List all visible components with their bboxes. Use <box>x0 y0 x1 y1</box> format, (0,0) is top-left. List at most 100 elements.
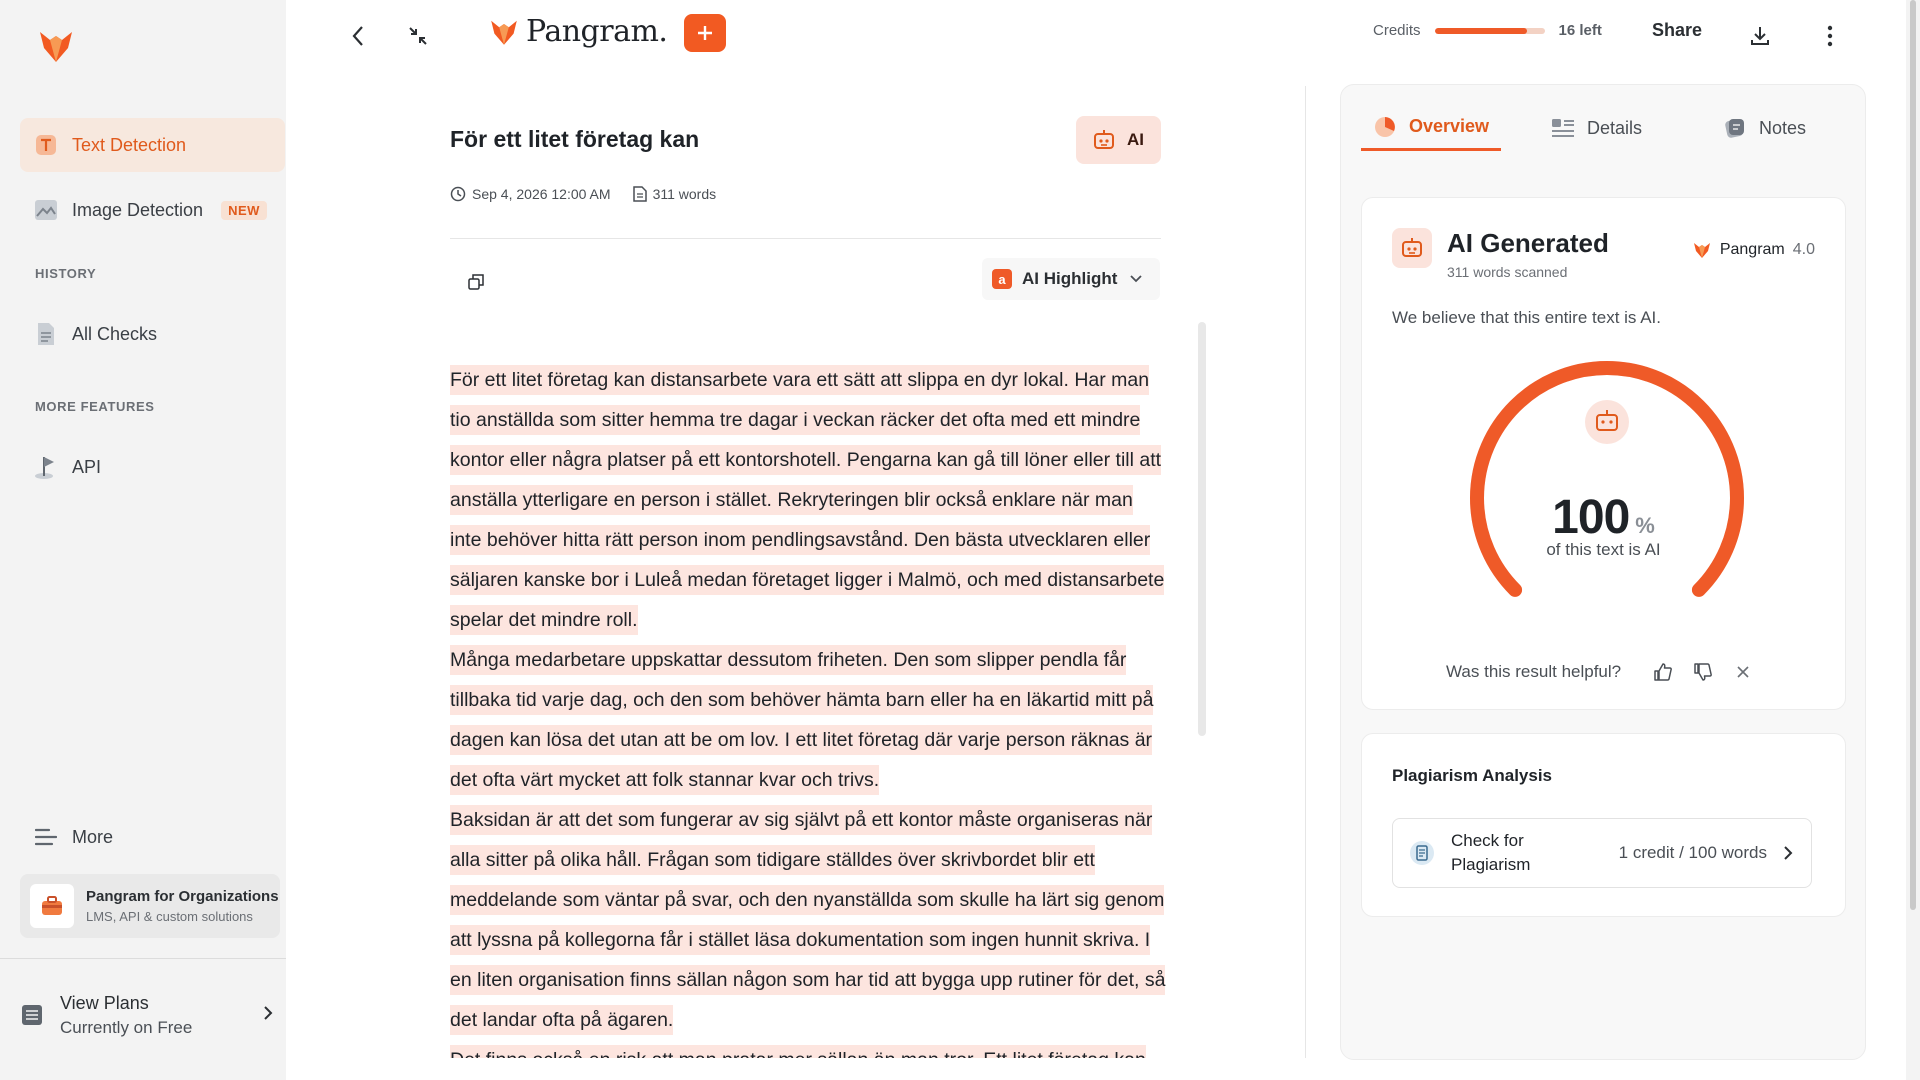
clock-icon <box>450 186 466 202</box>
tab-details-label: Details <box>1587 117 1643 138</box>
history-section-label: HISTORY <box>35 266 97 281</box>
nav-all-checks[interactable]: All Checks <box>20 307 285 361</box>
result-title: AI Generated <box>1447 228 1609 258</box>
brand-logo[interactable]: Pangram. <box>488 14 668 49</box>
flag-icon <box>34 455 58 479</box>
more-features-section-label: MORE FEATURES <box>35 399 155 414</box>
feedback-question: Was this result helpful? <box>1446 662 1622 681</box>
image-icon <box>34 198 58 222</box>
paragraph: Baksidan är att det som fungerar av sig … <box>450 800 1168 1040</box>
robot-icon <box>1392 228 1432 268</box>
feedback-row: Was this result helpful? <box>1446 656 1759 688</box>
new-check-button[interactable] <box>684 14 726 52</box>
paragraph: För ett litet företag kan distansarbete … <box>450 360 1168 640</box>
ai-verdict-badge: AI <box>1076 116 1161 164</box>
nav-image-detection-label: Image Detection <box>72 199 204 220</box>
credits-meter: Credits 16 left <box>1373 22 1602 39</box>
ai-percentage-sign: % <box>1635 513 1655 538</box>
kebab-menu-icon <box>1827 25 1833 47</box>
collapse-arrows-icon <box>409 27 427 45</box>
credits-left: 16 left <box>1558 22 1602 39</box>
nav-text-detection-label: Text Detection <box>72 134 187 155</box>
check-plagiarism-label: Check for Plagiarism <box>1451 831 1531 874</box>
plagiarism-cost: 1 credit / 100 words <box>1618 843 1767 862</box>
text-icon <box>34 133 58 157</box>
check-plagiarism-button[interactable]: Check for Plagiarism 1 credit / 100 word… <box>1392 818 1812 888</box>
plus-icon <box>698 26 712 40</box>
chevron-right-icon <box>262 1005 274 1026</box>
paragraph: Många medarbetare uppskattar dessutom fr… <box>450 640 1168 800</box>
nav-all-checks-label: All Checks <box>72 323 158 344</box>
document-divider <box>450 238 1161 239</box>
new-badge: NEW <box>221 200 267 220</box>
ai-highlighted-text: För ett litet företag kan distansarbete … <box>450 365 1165 635</box>
sidebar-divider <box>0 958 286 959</box>
document-text[interactable]: För ett litet företag kan distansarbete … <box>450 360 1168 1058</box>
page-scrollbar[interactable] <box>1906 0 1920 1080</box>
document-date: Sep 4, 2026 12:00 AM <box>472 186 611 202</box>
text-scrollbar[interactable] <box>1198 322 1206 736</box>
panel-separator <box>1305 86 1306 1058</box>
tab-notes[interactable]: Notes <box>1723 105 1806 151</box>
words-scanned: 311 words scanned <box>1447 264 1568 280</box>
pangram-logo-icon[interactable] <box>36 26 76 66</box>
model-info: Pangram 4.0 <box>1692 240 1815 260</box>
chevron-right-icon <box>1784 846 1793 860</box>
chevron-down-icon <box>1130 275 1143 283</box>
organizations-card[interactable]: Pangram for Organizations LMS, API & cus… <box>20 874 280 938</box>
plagiarism-scan-icon <box>1410 841 1434 865</box>
chevron-left-icon <box>352 26 363 46</box>
download-button[interactable] <box>1740 16 1780 56</box>
result-card: AI Generated 311 words scanned Pangram 4… <box>1361 197 1846 710</box>
robot-icon <box>1094 130 1114 149</box>
overview-icon <box>1375 116 1395 137</box>
file-icon <box>632 186 647 202</box>
download-icon <box>1751 27 1769 45</box>
tab-overview[interactable]: Overview <box>1361 105 1501 151</box>
thumbs-up-icon[interactable] <box>1647 656 1679 688</box>
pangram-fox-icon <box>491 20 517 45</box>
ai-percentage-value: 100 <box>1552 491 1630 544</box>
collapse-button[interactable] <box>398 16 438 56</box>
model-version: 4.0 <box>1792 241 1815 258</box>
result-summary: We believe that this entire text is AI. <box>1392 308 1661 327</box>
highlight-mode-select[interactable]: a AI Highlight <box>982 258 1160 300</box>
share-button[interactable]: Share <box>1652 20 1702 41</box>
nav-more[interactable]: More <box>20 810 285 864</box>
ai-verdict-label: AI <box>1127 130 1144 149</box>
details-icon <box>1552 119 1574 137</box>
credits-progress-fill <box>1434 27 1527 34</box>
plans-title: View Plans <box>60 992 149 1013</box>
page-scrollbar-thumb[interactable] <box>1910 0 1916 910</box>
credits-label: Credits <box>1373 22 1421 39</box>
pangram-fox-icon <box>1693 243 1710 258</box>
more-options-button[interactable] <box>1810 16 1850 56</box>
nav-more-label: More <box>72 826 114 847</box>
ai-highlighted-text: Baksidan är att det som fungerar av sig … <box>450 805 1166 1035</box>
menu-lines-icon <box>34 825 58 849</box>
plagiarism-title: Plagiarism Analysis <box>1392 766 1553 785</box>
copy-icon <box>468 274 484 290</box>
view-plans-button[interactable]: View Plans Currently on Free <box>20 985 282 1045</box>
gauge-robot-icon <box>1585 400 1629 444</box>
paragraph: Det finns också en risk att man pratar m… <box>450 1040 1168 1058</box>
briefcase-icon <box>30 884 74 928</box>
tab-notes-label: Notes <box>1759 117 1807 138</box>
copy-text-button[interactable] <box>460 266 492 298</box>
org-title: Pangram for Organizations <box>86 888 279 905</box>
brand-name: Pangram. <box>526 14 668 49</box>
nav-text-detection[interactable]: Text Detection <box>20 118 285 172</box>
plagiarism-card: Plagiarism Analysis Check for Plagiarism… <box>1361 733 1846 917</box>
document-meta: Sep 4, 2026 12:00 AM 311 words <box>450 186 738 202</box>
notes-icon <box>1725 119 1744 138</box>
back-button[interactable] <box>338 16 378 56</box>
document-icon <box>34 322 58 346</box>
highlight-mode-label: AI Highlight <box>1022 269 1118 288</box>
thumbs-down-icon[interactable] <box>1687 656 1719 688</box>
tab-details[interactable]: Details <box>1551 105 1642 151</box>
nav-image-detection[interactable]: Image Detection NEW <box>20 183 285 237</box>
nav-api[interactable]: API <box>20 440 285 494</box>
sidebar: Text Detection Image Detection NEW HISTO… <box>0 0 286 1080</box>
document-word-count: 311 words <box>652 186 717 202</box>
close-icon[interactable] <box>1727 656 1759 688</box>
